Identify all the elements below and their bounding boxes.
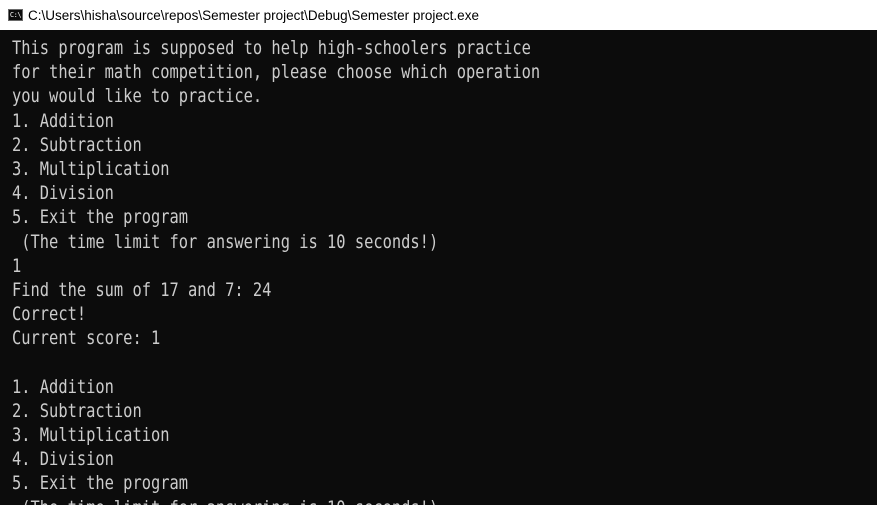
time-limit-note: (The time limit for answering is 10 seco… xyxy=(12,230,439,253)
menu-option-addition: 1. Addition xyxy=(12,375,114,398)
menu-option-division: 4. Division xyxy=(12,182,114,205)
title-bar[interactable]: C:\ C:\Users\hisha\source\repos\Semester… xyxy=(0,0,877,30)
console-line: for their math competition, please choos… xyxy=(12,61,541,84)
time-limit-note: (The time limit for answering is 10 seco… xyxy=(12,496,713,505)
menu-option-division: 4. Division xyxy=(12,448,114,471)
menu-option-exit: 5. Exit the program xyxy=(12,472,189,495)
menu-option-multiplication: 3. Multiplication xyxy=(12,157,170,180)
question-line: Find the sum of 17 and 7: 24 xyxy=(12,278,272,301)
menu-option-multiplication: 3. Multiplication xyxy=(12,424,170,446)
console-window: C:\ C:\Users\hisha\source\repos\Semester… xyxy=(0,0,877,505)
result-line: Correct! xyxy=(12,303,87,326)
window-title: C:\Users\hisha\source\repos\Semester pro… xyxy=(28,7,479,23)
console-line: you would like to practice. xyxy=(12,85,263,108)
console-icon-glyph: C:\ xyxy=(9,10,22,19)
score-line: Current score: 1 xyxy=(12,327,161,350)
console-output[interactable]: This program is supposed to help high-sc… xyxy=(0,36,877,505)
menu-option-subtraction: 2. Subtraction xyxy=(12,399,142,422)
user-input-choice: 1 xyxy=(12,254,22,277)
console-line: This program is supposed to help high-sc… xyxy=(12,37,531,59)
menu-option-exit: 5. Exit the program xyxy=(12,206,189,229)
menu-option-addition: 1. Addition xyxy=(12,109,114,132)
console-app-icon[interactable]: C:\ xyxy=(8,9,23,21)
menu-option-subtraction: 2. Subtraction xyxy=(12,133,142,156)
